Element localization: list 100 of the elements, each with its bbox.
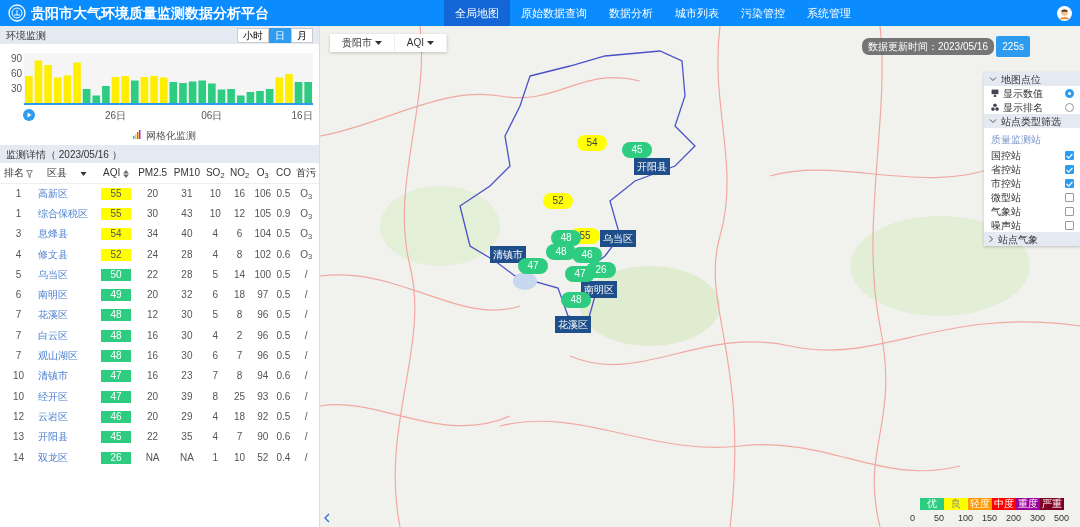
rank-cell-text: 3 [14,227,23,242]
table-cell-text: 28 [180,267,194,282]
map-drawing[interactable] [320,26,1080,527]
checkbox[interactable] [1065,192,1074,202]
district-link[interactable]: 观山湖区 [37,350,78,361]
chevron-down-icon[interactable] [989,118,997,124]
district-link[interactable]: 综合保税区 [37,207,88,219]
table-cell-text: 12 [146,308,160,323]
aqi-value: 45 [101,431,131,444]
rank-cell-text: 1 [14,206,23,221]
rank-cell-text: 12 [11,409,26,424]
district-label: 南明区 [581,281,617,298]
table-cell-text: 39 [180,389,194,404]
district-label: 清镇市 [490,246,526,263]
district-link[interactable]: 开阳县 [37,431,68,443]
district-link[interactable]: 白云区 [37,329,68,341]
aqi-value: 50 [101,268,131,281]
radio-button[interactable] [1065,88,1074,98]
district-link[interactable]: 双龙区 [37,451,68,463]
district-link[interactable]: 云岩区 [37,410,68,422]
table-cell-text: 7 [211,369,220,384]
option-label: 国控站 [991,148,1021,163]
aqi-value: 48 [101,350,131,362]
table-cell-text: 14 [233,267,247,282]
column-header[interactable]: 区县 [47,167,68,179]
filter-icon[interactable] [26,169,34,178]
nav-tab[interactable]: 全局地图 [444,0,510,26]
district-link[interactable]: 经开区 [37,390,68,402]
legend-tick: 200 [1006,511,1023,525]
table-cell-text: 96 [256,308,270,323]
table-cell-text: 6 [211,349,220,363]
map-dropdown[interactable]: 贵阳市 [330,34,395,52]
option-label: 微型站 [991,190,1021,205]
legend-tick: 50 [934,511,945,525]
x-tick-label: 06日 [201,110,223,121]
legend-tick: 0 [910,511,916,525]
district-link[interactable]: 修文县 [37,248,68,260]
nav-tab[interactable]: 原始数据查询 [510,0,598,26]
table-cell-text: / [303,308,309,323]
nav-tab[interactable]: 污染管控 [730,0,796,26]
nav-tab[interactable]: 系统管理 [796,0,862,26]
table-cell-text: 4 [211,247,220,262]
district-link[interactable]: 花溪区 [37,309,68,321]
table-cell-text: 96 [256,328,270,343]
period-toggle[interactable]: 日 [269,27,291,43]
option-label: 显示排名 [1003,100,1043,115]
refresh-countdown-button[interactable]: 225s [996,36,1030,57]
table-cell-text: 92 [256,409,270,424]
table-cell-text: 100 [253,267,273,282]
x-tick-label: 26日 [104,110,127,121]
aqi-value: 55 [101,207,131,220]
district-link[interactable]: 高新区 [37,187,68,199]
table-cell-text: / [303,349,309,363]
table-cell-text: 8 [235,247,244,262]
rank-cell-text: 4 [14,247,23,262]
table-cell-text: NA [178,450,195,465]
district-link[interactable]: 乌当区 [37,268,68,280]
table-cell-text: 22 [146,267,160,282]
checkbox[interactable] [1065,164,1074,174]
checkbox[interactable] [1065,178,1074,188]
column-header: NO$_{2}$ [229,167,250,179]
chevron-right-icon[interactable] [989,235,994,243]
nav-tab[interactable]: 数据分析 [598,0,664,26]
sort-icon[interactable] [123,169,130,178]
table-cell-text: 6 [235,227,244,242]
rank-cell-text: 10 [11,389,26,404]
period-toggle[interactable]: 小时 [237,27,269,43]
user-avatar-icon[interactable] [1057,5,1072,21]
district-link[interactable]: 清镇市 [37,370,68,382]
checkbox[interactable] [1065,150,1074,160]
table-cell-text: 0.6 [275,389,292,404]
aqi-marker[interactable]: 52 [543,193,573,209]
table-cell-text: O$_{3}$ [299,247,314,264]
monitor-icon [991,89,999,97]
table-cell-text: 30 [180,308,194,323]
table-cell-text: 8 [235,308,244,323]
nav-tab[interactable]: 城市列表 [664,0,730,26]
aqi-bar [188,81,197,103]
caret-icon[interactable] [80,171,88,176]
column-header[interactable]: AQI [103,167,121,179]
table-cell-text: 22 [146,430,160,445]
collapse-button[interactable] [324,513,330,523]
map-dropdown[interactable]: AQI [394,34,447,52]
table-cell-text: 7 [235,430,244,445]
aqi-value: 54 [101,228,131,241]
district-link[interactable]: 息烽县 [37,228,68,240]
timeline-track[interactable] [24,103,313,105]
table-cell-text: 28 [180,247,194,262]
column-header[interactable]: 排名 [3,167,24,179]
district-link[interactable]: 南明区 [37,289,68,301]
aqi-marker[interactable]: 54 [577,135,607,151]
play-button[interactable] [23,109,35,121]
checkbox[interactable] [1065,206,1074,216]
table-cell-text: 16 [146,349,160,363]
column-header: CO [275,167,291,179]
period-toggle[interactable]: 月 [291,27,313,43]
table-cell-text: 4 [211,328,220,343]
option-label: 省控站 [991,162,1021,177]
checkbox[interactable] [1065,220,1074,230]
chevron-down-icon[interactable] [989,76,997,82]
